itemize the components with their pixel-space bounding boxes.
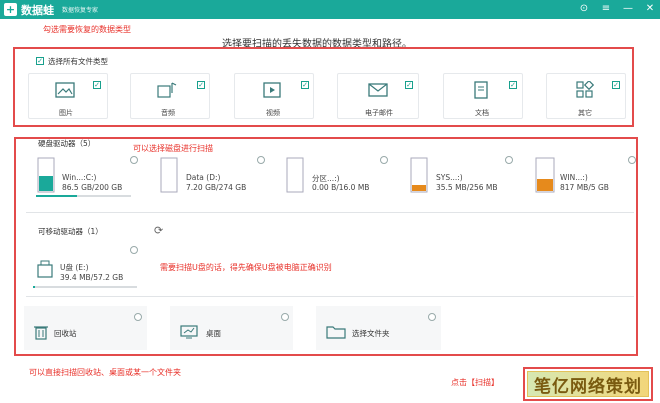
audio-checkbox[interactable]: ✓ xyxy=(197,81,205,89)
drive-icon xyxy=(37,157,55,193)
drive-name: Data (D:) xyxy=(186,173,221,182)
email-checkbox[interactable]: ✓ xyxy=(405,81,413,89)
annotation-check-types: 勾选需要恢复的数据类型 xyxy=(43,25,131,34)
location-radio[interactable] xyxy=(428,313,436,321)
video-icon xyxy=(263,82,281,98)
file-type-label: 其它 xyxy=(578,109,592,117)
app-name: 数据蛙 xyxy=(21,3,54,17)
location-folder[interactable]: 选择文件夹 xyxy=(316,306,441,350)
location-recycle-bin[interactable]: 回收站 xyxy=(24,306,147,350)
drive-icon xyxy=(410,157,428,193)
music-icon xyxy=(157,82,177,98)
drive-name: U盘 (E:) xyxy=(60,263,89,272)
drive-icon xyxy=(535,157,555,193)
watermark-text: 笔亿网络策划 xyxy=(534,376,642,397)
minimize-button[interactable]: — xyxy=(622,2,634,16)
drive-radio[interactable] xyxy=(130,246,138,254)
usb-drive-icon xyxy=(37,260,53,278)
close-button[interactable]: ✕ xyxy=(644,2,656,16)
hard-drives-title: 硬盘驱动器（5） xyxy=(38,139,96,148)
video-checkbox[interactable]: ✓ xyxy=(301,81,309,89)
file-type-card-image[interactable]: ✓ 图片 xyxy=(28,73,108,119)
image-icon xyxy=(55,82,75,98)
file-type-label: 电子邮件 xyxy=(365,109,393,117)
logo-icon: + xyxy=(4,3,17,16)
annotation-usb-hint: 需要扫描U盘的话，得先确保U盘被电脑正确识别 xyxy=(160,263,332,272)
drive-radio[interactable] xyxy=(628,156,636,164)
file-type-card-other[interactable]: ✓ 其它 xyxy=(546,73,626,119)
drive-icon xyxy=(286,157,304,193)
app-logo: + 数据蛙 数据恢复专家 xyxy=(4,2,98,18)
removable-title: 可移动驱动器（1） xyxy=(38,227,103,236)
drive-radio[interactable] xyxy=(257,156,265,164)
file-type-card-email[interactable]: ✓ 电子邮件 xyxy=(337,73,419,119)
location-label: 回收站 xyxy=(54,329,77,338)
annotation-select-disk: 可以选择磁盘进行扫描 xyxy=(133,144,213,153)
location-label: 选择文件夹 xyxy=(352,329,390,338)
document-icon xyxy=(474,81,488,99)
drive-size: 35.5 MB/256 MB xyxy=(436,183,498,192)
annotation-click-scan: 点击【扫描】 xyxy=(451,378,499,387)
select-all-checkbox[interactable]: ✓ xyxy=(36,57,44,65)
file-type-label: 文档 xyxy=(475,109,489,117)
mail-icon xyxy=(368,83,388,97)
drive-radio[interactable] xyxy=(505,156,513,164)
location-radio[interactable] xyxy=(134,313,142,321)
location-desktop[interactable]: 桌面 xyxy=(170,306,293,350)
location-radio[interactable] xyxy=(281,313,289,321)
account-icon[interactable]: ⊙ xyxy=(578,2,590,16)
divider xyxy=(26,212,634,213)
drive-name: Win...:C:) xyxy=(62,173,97,182)
document-checkbox[interactable]: ✓ xyxy=(509,81,517,89)
drive-size: 817 MB/5 GB xyxy=(560,183,609,192)
drive-name: WIN...:) xyxy=(560,173,588,182)
annotation-recycle-hint: 可以直接扫描回收站、桌面或某一个文件夹 xyxy=(29,368,181,377)
window-controls: ⊙ ≡ — ✕ xyxy=(578,2,656,16)
watermark: 笔亿网络策划 xyxy=(527,371,649,397)
drive-usage-bar xyxy=(33,286,137,288)
image-checkbox[interactable]: ✓ xyxy=(93,81,101,89)
drive-radio[interactable] xyxy=(130,156,138,164)
location-label: 桌面 xyxy=(206,329,221,338)
file-type-label: 图片 xyxy=(59,109,73,117)
drive-size: 86.5 GB/200 GB xyxy=(62,183,123,192)
file-type-label: 视频 xyxy=(266,109,280,117)
folder-icon xyxy=(326,326,346,339)
recycle-bin-icon xyxy=(34,326,48,340)
file-type-label: 音频 xyxy=(161,109,175,117)
file-type-card-video[interactable]: ✓ 视频 xyxy=(234,73,314,119)
app-subtitle: 数据恢复专家 xyxy=(62,7,99,14)
refresh-icon[interactable]: ⟳ xyxy=(154,224,163,237)
drive-size: 7.20 GB/274 GB xyxy=(186,183,247,192)
file-type-card-document[interactable]: ✓ 文档 xyxy=(443,73,523,119)
title-bar: + 数据蛙 数据恢复专家 ⊙ ≡ — ✕ xyxy=(0,0,660,19)
drive-name: SYS...:) xyxy=(436,173,463,182)
desktop-icon xyxy=(180,325,198,339)
drive-usage-bar xyxy=(36,195,131,197)
select-all-label: 选择所有文件类型 xyxy=(48,57,108,66)
menu-icon[interactable]: ≡ xyxy=(600,2,612,16)
drive-radio[interactable] xyxy=(380,156,388,164)
other-icon xyxy=(576,81,594,98)
file-type-card-audio[interactable]: ✓ 音频 xyxy=(130,73,210,119)
other-checkbox[interactable]: ✓ xyxy=(612,81,620,89)
drive-size: 0.00 B/16.0 MB xyxy=(312,183,370,192)
divider xyxy=(26,296,634,297)
drive-size: 39.4 MB/57.2 GB xyxy=(60,273,124,282)
drive-icon xyxy=(160,157,178,193)
